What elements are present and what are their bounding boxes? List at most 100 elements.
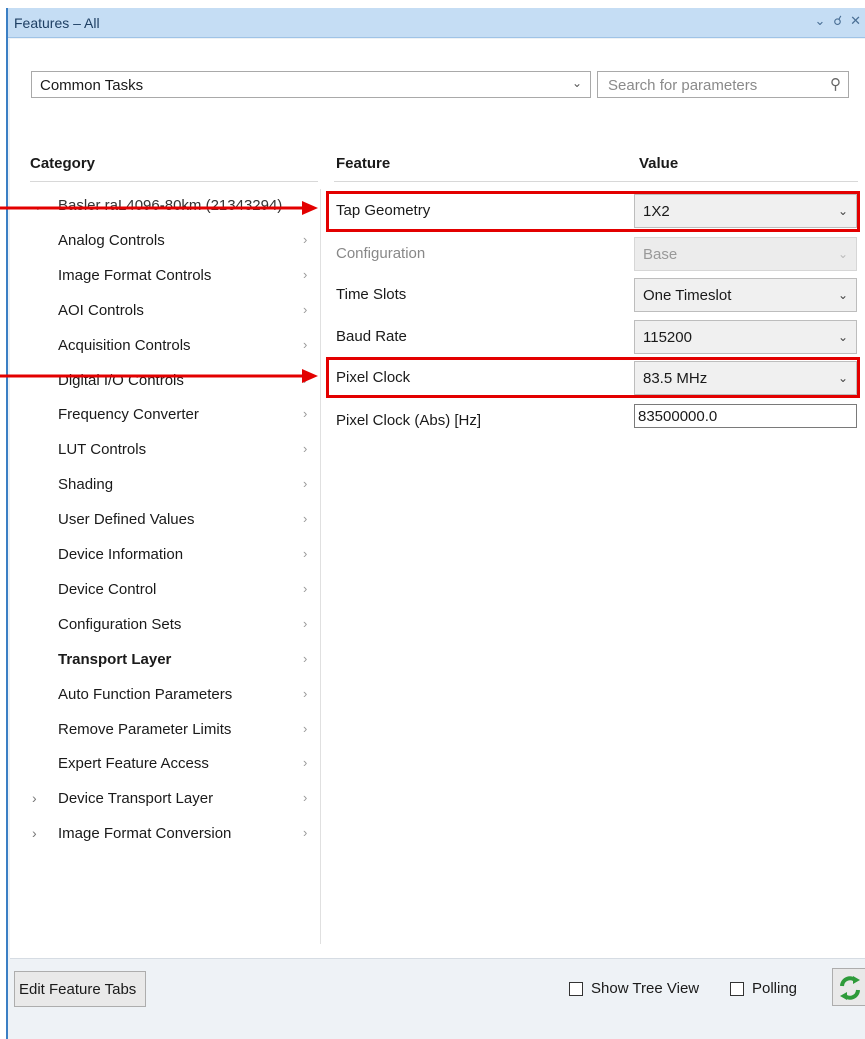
chevron-right-icon: › — [303, 790, 308, 806]
feature-row[interactable]: Tap Geometry 1X2 ⌄ — [322, 190, 857, 232]
category-item[interactable]: Device Control › — [10, 581, 310, 615]
category-label: Configuration Sets — [58, 615, 182, 633]
category-label: Frequency Converter — [58, 406, 199, 424]
category-label: LUT Controls — [58, 441, 147, 459]
category-label: AOI Controls — [58, 301, 144, 319]
category-item[interactable]: Shading › — [10, 476, 310, 510]
chevron-right-icon: › — [303, 825, 308, 841]
feature-name: Pixel Clock — [336, 369, 411, 386]
polling-checkbox[interactable]: Polling — [730, 980, 797, 997]
expand-icon[interactable]: › — [32, 825, 37, 841]
dropdown-chevron-icon[interactable]: ⌄ — [814, 13, 825, 29]
category-label: Device Transport Layer — [58, 790, 214, 808]
chevron-right-icon: › — [303, 301, 308, 317]
title-bar-controls: ⌄ ☌ ✕ — [814, 13, 861, 29]
feature-row[interactable]: Pixel Clock (Abs) [Hz] 83500000.0 — [322, 400, 857, 442]
category-item[interactable]: Digital I/O Controls › — [10, 372, 310, 406]
feature-row[interactable]: Pixel Clock 83.5 MHz ⌄ — [322, 357, 857, 399]
header-divider — [334, 181, 858, 182]
category-item[interactable]: Device Information › — [10, 546, 310, 580]
close-icon[interactable]: ✕ — [850, 13, 861, 29]
chevron-right-icon: › — [303, 650, 308, 666]
feature-name: Configuration — [336, 245, 426, 262]
category-label: Device Information — [58, 546, 184, 563]
pin-icon[interactable]: ☌ — [833, 13, 842, 29]
category-label: Remove Parameter Limits — [58, 720, 232, 738]
value-text-field[interactable]: 83500000.0 — [634, 404, 857, 428]
category-item[interactable]: Configuration Sets › — [10, 616, 310, 650]
category-label: Device Control — [58, 580, 157, 598]
category-item[interactable]: AOI Controls › — [10, 302, 310, 336]
category-item[interactable]: Image Format Controls › — [10, 267, 310, 301]
expand-icon[interactable]: › — [32, 790, 37, 806]
window-title: Features – All — [14, 15, 100, 31]
chevron-right-icon: › — [303, 336, 308, 352]
category-item[interactable]: Auto Function Parameters › — [10, 686, 310, 720]
category-label: Expert Feature Access — [58, 755, 209, 773]
category-item[interactable]: Frequency Converter › — [10, 406, 310, 440]
chevron-down-icon: ⌄ — [571, 76, 582, 90]
column-splitter[interactable] — [320, 189, 321, 944]
feature-header: Feature — [336, 155, 391, 172]
value-dropdown[interactable]: One Timeslot ⌄ — [634, 278, 857, 312]
value-dropdown[interactable]: 115200 ⌄ — [634, 320, 857, 354]
value-dropdown[interactable]: 1X2 ⌄ — [634, 194, 857, 228]
search-box[interactable]: ⚲ — [597, 71, 849, 98]
feature-row[interactable]: Configuration Base ⌄ — [322, 233, 857, 275]
category-label: Basler raL4096-80km (21343294) — [58, 197, 283, 214]
dropdown-value: One Timeslot — [643, 287, 732, 304]
category-label: Acquisition Controls — [58, 336, 191, 354]
show-tree-view-label: Show Tree View — [591, 980, 700, 997]
category-item[interactable]: Transport Layer › — [10, 651, 310, 685]
category-item[interactable]: Expert Feature Access › — [10, 755, 310, 789]
category-label: Auto Function Parameters — [58, 685, 233, 703]
category-item[interactable]: Analog Controls › — [10, 232, 310, 266]
bottom-toolbar: Edit Feature Tabs Show Tree View Polling — [10, 960, 865, 1039]
category-label: Transport Layer — [58, 650, 172, 668]
category-item[interactable]: LUT Controls › — [10, 441, 310, 475]
feature-row[interactable]: Baud Rate 115200 ⌄ — [322, 316, 857, 358]
show-tree-view-checkbox[interactable]: Show Tree View — [569, 980, 699, 997]
header-divider — [30, 181, 318, 182]
category-label: Analog Controls — [58, 231, 165, 249]
chevron-right-icon: › — [303, 685, 308, 701]
preset-combobox[interactable]: Common Tasks ⌄ — [31, 71, 591, 98]
category-item[interactable]: ⌄ Basler raL4096-80km (21343294) — [10, 197, 310, 231]
chevron-down-icon: ⌄ — [837, 371, 848, 385]
dropdown-value: 1X2 — [643, 203, 670, 220]
value-dropdown: Base ⌄ — [634, 237, 857, 271]
feature-row[interactable]: Time Slots One Timeslot ⌄ — [322, 274, 857, 316]
chevron-down-icon: ⌄ — [837, 330, 848, 344]
content-area: Common Tasks ⌄ ⚲ Category Feature Value … — [10, 39, 865, 959]
chevron-down-icon: ⌄ — [837, 247, 848, 261]
title-bar: Features – All ⌄ ☌ ✕ — [8, 8, 865, 38]
category-item[interactable]: Remove Parameter Limits › — [10, 721, 310, 755]
category-item[interactable]: › Device Transport Layer › — [10, 790, 310, 824]
category-label: Image Format Conversion — [58, 825, 232, 843]
category-item[interactable]: › Image Format Conversion › — [10, 825, 310, 859]
category-header: Category — [30, 155, 96, 172]
collapse-icon[interactable]: ⌄ — [32, 197, 44, 214]
features-panel: Features – All ⌄ ☌ ✕ Common Tasks ⌄ ⚲ Ca… — [6, 8, 865, 1039]
category-label: User Defined Values — [58, 511, 195, 529]
checkbox-box[interactable] — [730, 981, 744, 996]
chevron-down-icon: ⌄ — [837, 204, 848, 218]
chevron-right-icon: › — [303, 476, 308, 492]
value-header: Value — [639, 155, 679, 172]
dropdown-value: 83.5 MHz — [643, 370, 708, 387]
search-icon[interactable]: ⚲ — [830, 75, 841, 93]
search-input[interactable] — [608, 77, 808, 94]
chevron-right-icon: › — [303, 231, 308, 247]
value-dropdown[interactable]: 83.5 MHz ⌄ — [634, 361, 857, 395]
feature-name: Tap Geometry — [336, 202, 431, 219]
checkbox-box[interactable] — [569, 981, 583, 996]
feature-name: Pixel Clock (Abs) [Hz] — [336, 412, 482, 429]
chevron-right-icon: › — [303, 266, 308, 282]
category-item[interactable]: User Defined Values › — [10, 511, 310, 545]
chevron-right-icon: › — [303, 546, 308, 561]
category-item[interactable]: Acquisition Controls › — [10, 337, 310, 371]
refresh-button[interactable] — [832, 968, 865, 1006]
edit-feature-tabs-button[interactable]: Edit Feature Tabs — [14, 971, 146, 1007]
chevron-right-icon: › — [303, 406, 308, 422]
preset-value: Common Tasks — [40, 77, 144, 94]
